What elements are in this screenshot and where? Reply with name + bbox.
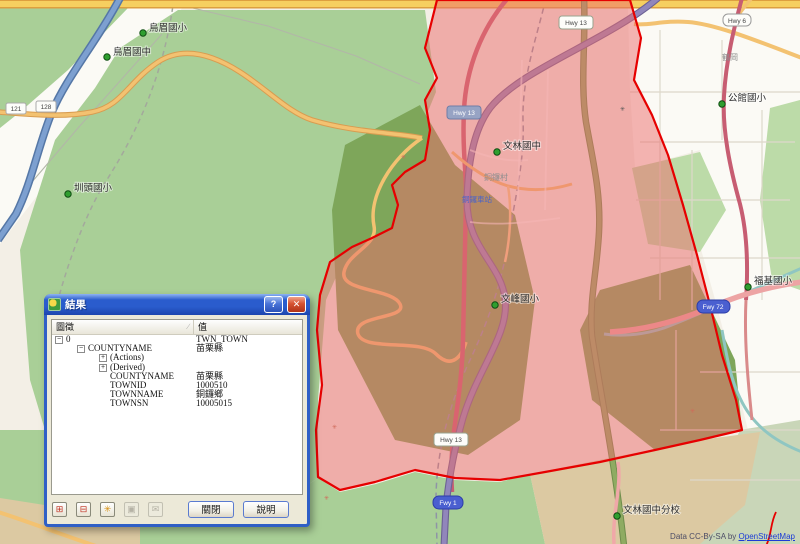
attribution-text: Data CC-By-SA by [670,532,738,541]
school-label: 公館國小 [728,92,767,104]
svg-text:✳: ✳ [690,408,695,415]
close-button[interactable]: 關閉 [188,501,234,518]
copy-attributes-button: ▣ [124,502,139,517]
expand-toggle-icon[interactable]: + [99,354,107,362]
map-attribution: Data CC-By-SA by OpenStreetMap [670,532,795,541]
shield-label: Hwy 13 [565,20,587,27]
school-label: 烏眉國中 [113,46,151,58]
shield-label: Hwy 13 [440,437,462,444]
app-window: ✳ ✳ ✳ ✳ ✳ 烏眉國小 烏眉國中 圳頭國小 文林國中 文峰國小 公館國小 福基… [0,0,800,544]
tree-row[interactable]: TOWNNAME 銅鑼鄉 [52,390,302,399]
tree-row[interactable]: +(Derived) [52,363,302,372]
sort-indicator-icon: ∕ [188,320,189,334]
school-label: 圳頭國小 [74,183,113,194]
expand-tree-button[interactable]: ⊞ [52,502,67,517]
shield-label: Hwy 6 [728,18,746,25]
school-label: 文峰國小 [501,293,540,305]
place-label: 鶴岡 [722,52,738,62]
dialog-title: 結果 [65,297,260,312]
collapse-toggle-icon[interactable]: − [77,345,85,353]
svg-text:✳: ✳ [324,495,329,502]
close-titlebar-button[interactable]: ✕ [287,296,306,313]
tree-row[interactable]: TOWNSN 10005015 [52,399,302,408]
shield-label: 128 [41,104,52,111]
shield-label: Fwy 1 [439,500,457,507]
help-button[interactable]: 說明 [243,501,289,518]
school-label: 文林國中分校 [623,504,681,516]
station-label: 銅鑼車站 [462,194,492,204]
collapse-toggle-icon[interactable]: − [55,336,63,344]
results-tree[interactable]: 圖徵∕ 值 −0 TWN_TOWN −COUNTYNAME 苗栗縣 +(Acti… [51,319,303,495]
collapse-tree-button[interactable]: ⊟ [76,502,91,517]
dialog-titlebar[interactable]: 結果 ? ✕ [44,294,310,315]
expand-toggle-icon[interactable]: + [99,364,107,372]
column-header-feature[interactable]: 圖徵∕ [52,320,194,334]
help-titlebar-button[interactable]: ? [264,296,283,313]
svg-text:✳: ✳ [401,154,406,161]
tree-row[interactable]: +(Actions) [52,353,302,362]
print-results-button: ✉ [148,502,163,517]
svg-text:✳: ✳ [332,424,337,431]
school-label: 烏眉國小 [149,22,188,34]
openstreetmap-link[interactable]: OpenStreetMap [739,532,795,541]
dialog-footer: ⊞ ⊟ ✳ ▣ ✉ 關閉 說明 [51,499,303,519]
expand-new-results-button[interactable]: ✳ [100,502,115,517]
tree-row[interactable]: TOWNID 1000510 [52,381,302,390]
tree-row[interactable]: COUNTYNAME 苗栗縣 [52,372,302,381]
qgis-app-icon [48,298,61,311]
place-label: 銅鑼村 [484,172,508,182]
school-label: 文林國中 [503,140,541,152]
column-header-value[interactable]: 值 [194,320,302,334]
tree-header: 圖徵∕ 值 [52,320,302,335]
svg-text:✳: ✳ [620,106,625,113]
shield-label: Fwy 72 [703,304,724,311]
school-label: 福基國小 [754,275,793,287]
shield-label: Hwy 13 [453,110,475,117]
tree-row[interactable]: −COUNTYNAME 苗栗縣 [52,344,302,353]
shield-label: 121 [11,106,22,113]
identify-results-dialog: 結果 ? ✕ 圖徵∕ 值 −0 TWN_TOWN −COUNTYNAME 苗栗縣 [44,294,310,527]
